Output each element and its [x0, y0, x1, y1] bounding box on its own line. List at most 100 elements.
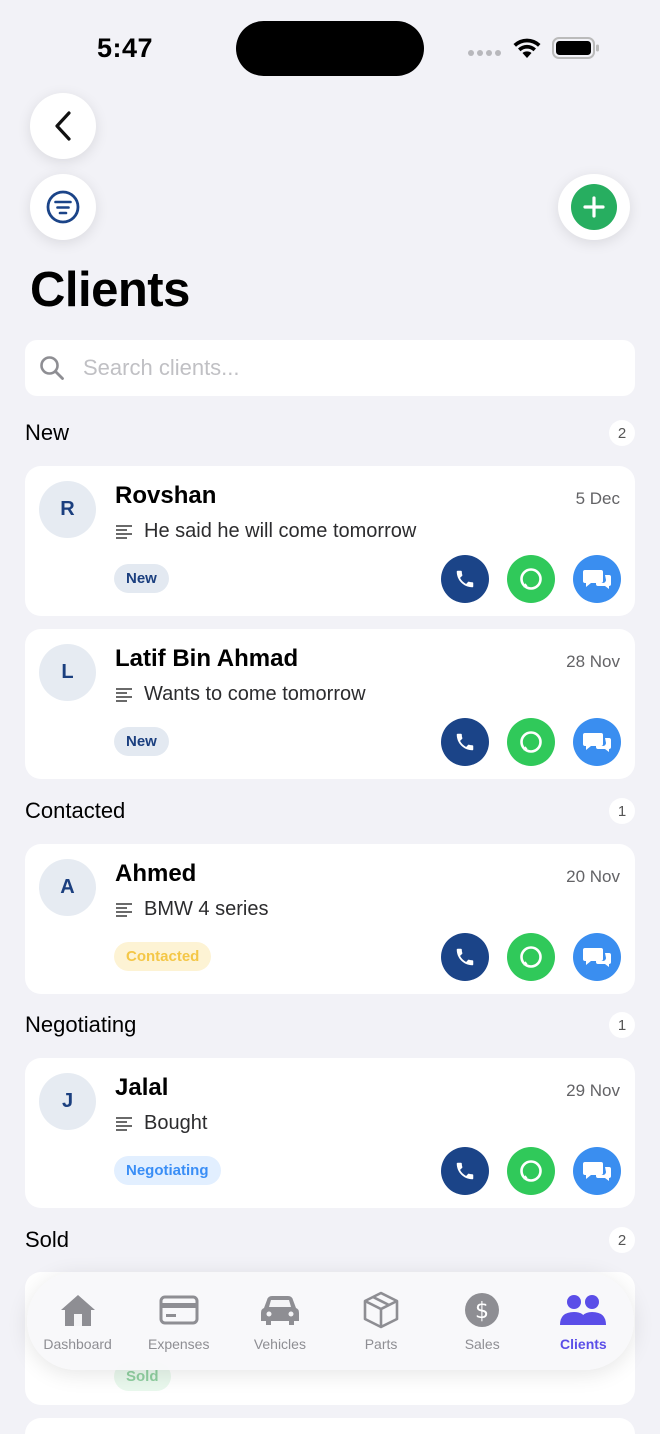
section-title: New [25, 420, 70, 445]
filter-button[interactable] [30, 174, 96, 240]
box-icon [363, 1291, 399, 1329]
chat-bubbles-icon [583, 733, 611, 752]
tab-label: Vehicles [253, 1336, 306, 1352]
status-time: 5:47 [97, 33, 154, 63]
phone-icon [456, 1162, 474, 1180]
section-title: Sold [25, 1227, 70, 1252]
client-note: Bought [115, 1112, 207, 1135]
client-name: Jalal [115, 1074, 169, 1101]
client-card[interactable]: R Rovshan 5 Dec He said he will come tom… [25, 466, 635, 616]
section-count-badge: 1 [609, 1012, 635, 1038]
phone-icon [456, 570, 474, 588]
call-button[interactable] [441, 718, 489, 766]
client-card[interactable]: L Latif Bin Ahmad 28 Nov Wants to come t… [25, 629, 635, 779]
search-bar[interactable] [25, 340, 635, 396]
client-name: Latif Bin Ahmad [115, 645, 299, 672]
tab-label: Clients [560, 1336, 607, 1352]
whatsapp-button[interactable] [507, 718, 555, 766]
client-name: Ahmed [115, 860, 197, 887]
dollar-icon: $ [465, 1293, 500, 1327]
section-count-badge: 2 [609, 1227, 635, 1253]
client-card[interactable]: J Jalal 29 Nov Bought Negotiating [25, 1058, 635, 1208]
filter-icon [46, 190, 80, 224]
tab-label: Expenses [147, 1336, 210, 1352]
client-card[interactable]: A Ahmed 20 Nov BMW 4 series Contacted [25, 844, 635, 994]
page-title: Clients [30, 263, 190, 317]
client-date: 20 Nov [566, 867, 620, 886]
add-client-button[interactable] [558, 174, 630, 240]
search-icon [40, 356, 64, 380]
note-text: He said he will come tomorrow [144, 520, 417, 542]
note-text: BMW 4 series [144, 898, 269, 920]
status-badge: Contacted [114, 942, 212, 971]
tab-parts[interactable]: Parts [331, 1290, 431, 1352]
notes-icon [116, 524, 132, 539]
tab-vehicles[interactable]: Vehicles [230, 1290, 330, 1352]
message-button[interactable] [573, 933, 621, 981]
client-card[interactable] [25, 1418, 635, 1434]
avatar: J [39, 1073, 96, 1130]
section-header-contacted: Contacted 1 [25, 798, 635, 824]
section-header-sold: Sold 2 [25, 1227, 635, 1253]
phone-icon [456, 733, 474, 751]
tab-label: Parts [364, 1336, 398, 1352]
tab-label: Sales [464, 1336, 500, 1352]
plus-icon [571, 184, 617, 230]
chat-bubbles-icon [583, 1162, 611, 1181]
search-input[interactable] [83, 355, 583, 381]
message-button[interactable] [573, 718, 621, 766]
signal-icon [468, 50, 501, 56]
whatsapp-icon [520, 946, 542, 968]
whatsapp-icon [520, 1160, 542, 1182]
tab-clients[interactable]: Clients [533, 1290, 633, 1352]
tab-sales[interactable]: $ Sales [432, 1290, 532, 1352]
avatar: A [39, 859, 96, 916]
chat-bubbles-icon [583, 570, 611, 589]
card-icon [159, 1295, 199, 1325]
house-icon [60, 1295, 95, 1326]
section-header-new: New 2 [25, 420, 635, 446]
note-text: Bought [144, 1112, 208, 1134]
tab-bar: Dashboard Expenses Vehicles Parts $ Sale… [27, 1272, 634, 1370]
call-button[interactable] [441, 1147, 489, 1195]
whatsapp-icon [520, 731, 542, 753]
tab-expenses[interactable]: Expenses [129, 1290, 229, 1352]
section-count-badge: 1 [609, 798, 635, 824]
call-button[interactable] [441, 933, 489, 981]
section-count-badge: 2 [609, 420, 635, 446]
tab-dashboard[interactable]: Dashboard [28, 1290, 128, 1352]
whatsapp-button[interactable] [507, 933, 555, 981]
note-text: Wants to come tomorrow [144, 683, 366, 705]
svg-text:$: $ [475, 1299, 489, 1324]
back-button[interactable] [30, 93, 96, 159]
whatsapp-icon [520, 568, 542, 590]
status-badge: New [114, 727, 169, 756]
client-date: 29 Nov [566, 1081, 620, 1100]
status-badge: Negotiating [114, 1156, 221, 1185]
message-button[interactable] [573, 1147, 621, 1195]
battery-icon [552, 37, 599, 59]
notes-icon [116, 687, 132, 702]
message-button[interactable] [573, 555, 621, 603]
notes-icon [116, 1116, 132, 1131]
whatsapp-button[interactable] [507, 555, 555, 603]
phone-icon [456, 948, 474, 966]
notes-icon [116, 902, 132, 917]
chat-bubbles-icon [583, 948, 611, 967]
client-name: Rovshan [115, 482, 217, 509]
section-title: Contacted [25, 798, 126, 823]
client-date: 28 Nov [566, 652, 620, 671]
client-date: 5 Dec [575, 489, 620, 508]
tab-label: Dashboard [43, 1336, 112, 1352]
avatar: R [39, 481, 96, 538]
wifi-icon [513, 38, 541, 58]
whatsapp-button[interactable] [507, 1147, 555, 1195]
client-note: Wants to come tomorrow [115, 683, 366, 706]
dynamic-island [236, 21, 424, 76]
avatar: L [39, 644, 96, 701]
car-icon [260, 1296, 299, 1325]
call-button[interactable] [441, 555, 489, 603]
chevron-left-icon [55, 111, 71, 141]
client-note: BMW 4 series [115, 898, 268, 921]
section-header-negotiating: Negotiating 1 [25, 1012, 635, 1038]
